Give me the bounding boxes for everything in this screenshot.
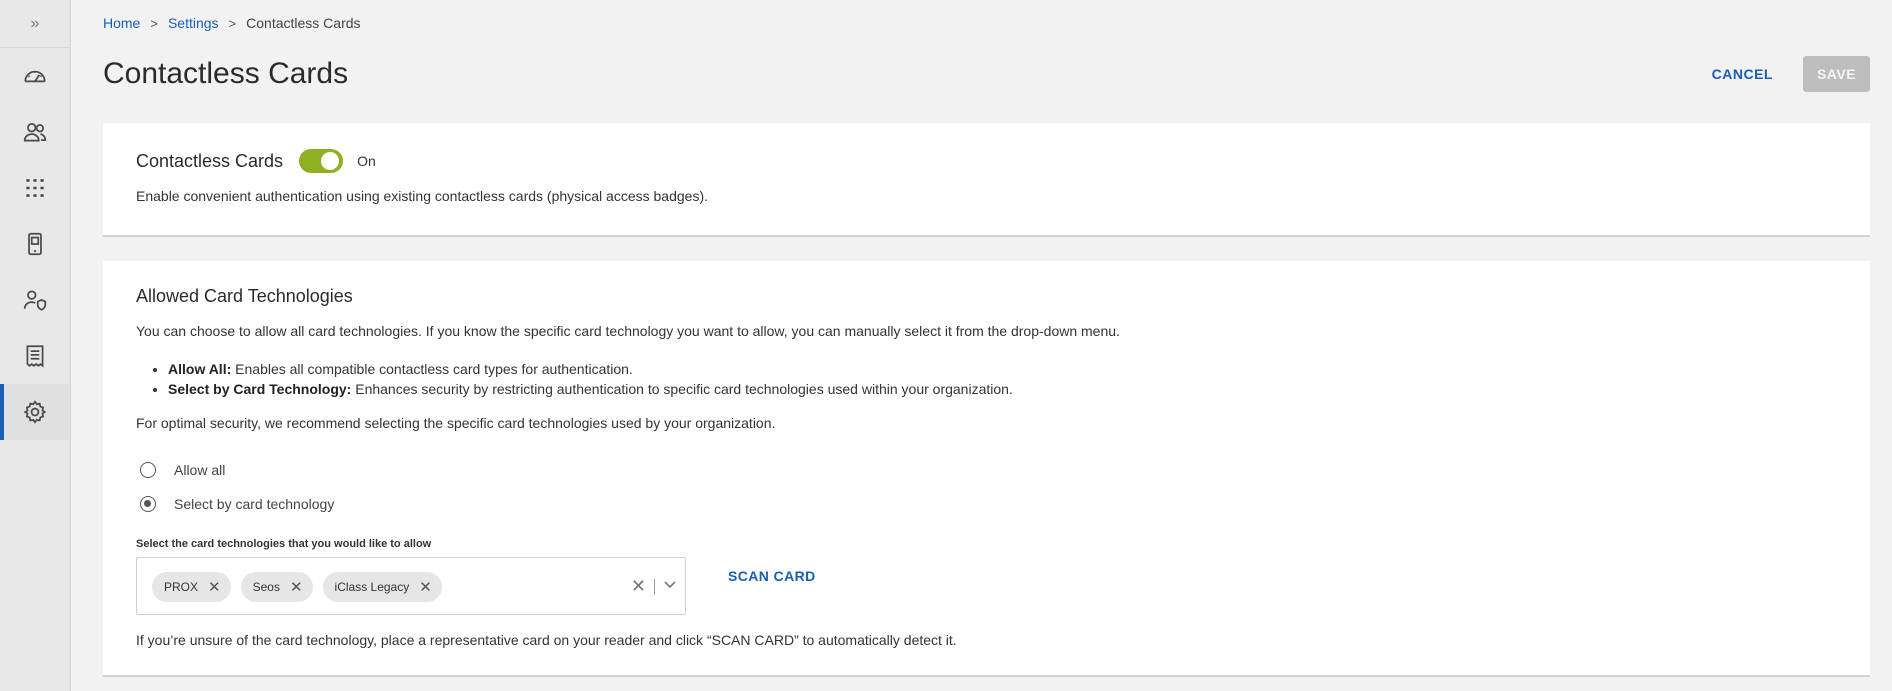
radio-label: Allow all (174, 462, 226, 478)
mobile-device-icon (28, 232, 42, 256)
chevron-down-icon[interactable] (663, 577, 677, 596)
contactless-toggle[interactable] (299, 149, 344, 173)
cancel-button[interactable]: CANCEL (1712, 66, 1773, 82)
sidebar-item-dashboard[interactable] (0, 48, 70, 104)
radio-select-by-technology[interactable]: Select by card technology (140, 496, 334, 512)
chip-label: PROX (164, 580, 199, 594)
radio-label: Select by card technology (174, 496, 335, 512)
user-shield-icon (23, 290, 47, 311)
radio-allow-all[interactable]: Allow all (140, 462, 225, 478)
close-icon[interactable]: ✕ (419, 578, 432, 596)
main-content: Home > Settings > Contactless Cards Cont… (72, 0, 1892, 691)
toggle-state-label: On (357, 153, 376, 169)
recommendation-text: For optimal security, we recommend selec… (136, 415, 776, 431)
breadcrumb: Home > Settings > Contactless Cards (103, 15, 361, 31)
sidebar-item-reports[interactable] (0, 328, 70, 384)
document-list-icon (26, 345, 44, 368)
section-intro: You can choose to allow all card technol… (136, 323, 1120, 339)
gear-icon (23, 400, 47, 424)
contactless-toggle-card: Contactless Cards On Enable convenient a… (103, 123, 1870, 237)
radio-button[interactable] (140, 462, 156, 478)
scan-hint-text: If you’re unsure of the card technology,… (136, 632, 957, 648)
select-controls: ✕ (631, 576, 677, 597)
toggle-knob (321, 152, 340, 170)
chevron-right-icon: > (150, 15, 158, 31)
card-technology-select[interactable]: PROX ✕ Seos ✕ iClass Legacy ✕ ✕ (136, 557, 686, 615)
chip-label: Seos (252, 580, 280, 594)
selected-chips: PROX ✕ Seos ✕ iClass Legacy ✕ (152, 572, 442, 602)
close-icon[interactable]: ✕ (290, 578, 303, 596)
chevron-right-icon: > (228, 15, 237, 31)
section-description: Enable convenient authentication using e… (136, 188, 708, 204)
section-title: Allowed Card Technologies (136, 286, 353, 306)
chip-label: iClass Legacy (334, 580, 410, 594)
sidebar-item-apps[interactable] (0, 160, 70, 216)
sidebar: » (0, 0, 71, 691)
grid-icon (26, 179, 44, 197)
bullet-term: Allow All: (168, 361, 232, 377)
toggle-row: Contactless Cards On (136, 149, 376, 173)
bullet-text: Enables all compatible contactless card … (231, 361, 633, 377)
sidebar-item-devices[interactable] (0, 216, 70, 272)
clear-all-icon[interactable]: ✕ (631, 576, 646, 597)
bullet-text: Enhances security by restricting authent… (351, 381, 1013, 397)
page-title: Contactless Cards (103, 57, 349, 90)
breadcrumb-home-link[interactable]: Home (103, 15, 140, 31)
select-label: Select the card technologies that you wo… (136, 538, 432, 550)
expand-sidebar-icon[interactable]: » (0, 0, 70, 48)
chip-iclass-legacy: iClass Legacy ✕ (322, 572, 442, 602)
chip-seos: Seos ✕ (240, 572, 313, 602)
chip-prox: PROX ✕ (152, 572, 231, 602)
radio-button[interactable] (140, 496, 156, 512)
users-icon (23, 123, 47, 142)
sidebar-item-settings[interactable] (0, 384, 70, 440)
options-explanation-list: Allow All: Enables all compatible contac… (168, 359, 1013, 399)
scan-card-button[interactable]: SCAN CARD (728, 568, 816, 584)
list-item: Select by Card Technology: Enhances secu… (168, 379, 1013, 399)
allowed-technologies-card: Allowed Card Technologies You can choose… (103, 261, 1870, 677)
section-title: Contactless Cards (136, 150, 284, 171)
sidebar-item-admins[interactable] (0, 272, 70, 328)
sidebar-item-users[interactable] (0, 104, 70, 160)
bullet-term: Select by Card Technology: (168, 381, 352, 397)
breadcrumb-settings-link[interactable]: Settings (168, 15, 219, 31)
divider (654, 578, 655, 595)
gauge-icon (24, 70, 46, 83)
save-button[interactable]: SAVE (1803, 56, 1870, 92)
close-icon[interactable]: ✕ (208, 578, 221, 596)
list-item: Allow All: Enables all compatible contac… (168, 359, 1013, 379)
breadcrumb-current: Contactless Cards (246, 15, 361, 31)
header-actions: CANCEL SAVE (1712, 56, 1870, 92)
